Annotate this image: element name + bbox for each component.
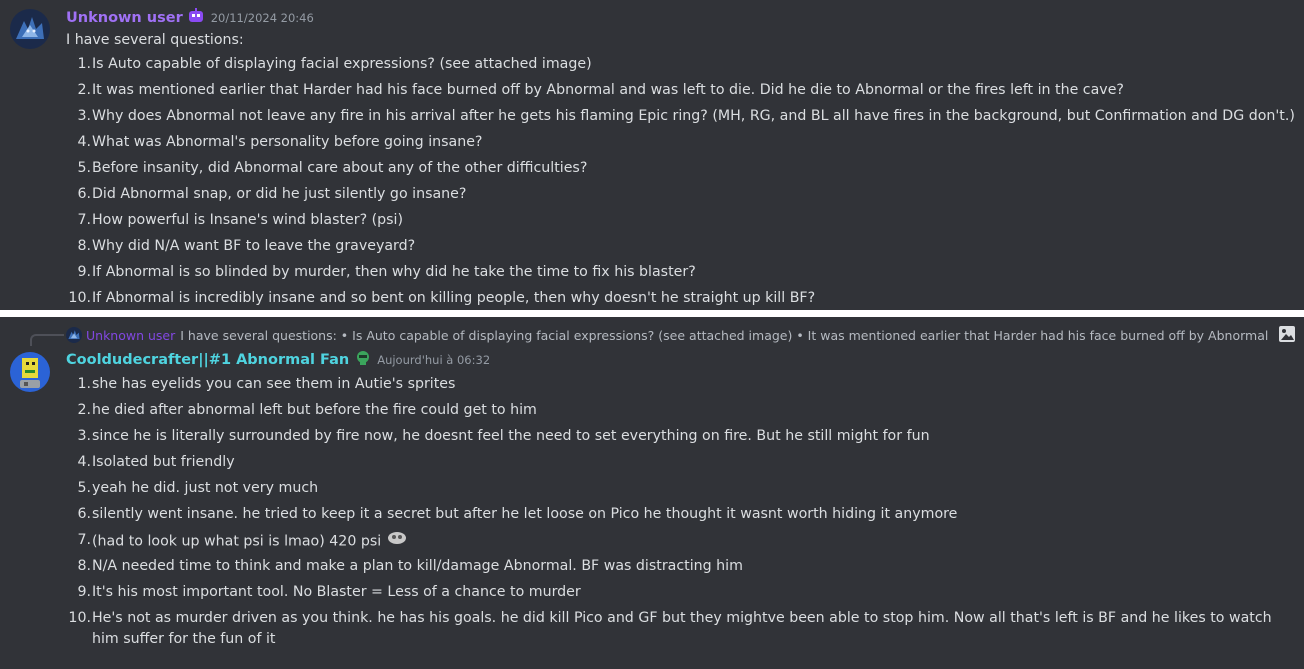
list-item-text: What was Abnormal's personality before g…: [92, 134, 483, 150]
list-item-number: 2.: [77, 402, 91, 418]
list-item-number: 8.: [77, 238, 91, 254]
dragon-avatar-icon: [10, 9, 50, 49]
list-item: 6. Did Abnormal snap, or did he just sile…: [66, 184, 1295, 210]
list-item-number: 7.: [77, 212, 91, 228]
list-item: 1. Is Auto capable of displaying facial e…: [66, 54, 1295, 80]
list-item-text: He's not as murder driven as you think. …: [92, 610, 1272, 647]
list-item-text: It's his most important tool. No Blaster…: [92, 584, 581, 600]
skull-emoji-icon: [387, 530, 407, 553]
list-item-number: 5.: [77, 480, 91, 496]
list-item-text: he died after abnormal left but before t…: [92, 402, 537, 418]
image-icon: [1278, 325, 1296, 346]
list-item-number: 7.: [77, 532, 91, 548]
reply-username[interactable]: Unknown user: [86, 328, 175, 343]
list-item-text: silently went insane. he tried to keep i…: [92, 506, 958, 522]
avatar-cooldudecrafter[interactable]: [10, 352, 50, 392]
list-item-text: since he is literally surrounded by fire…: [92, 428, 930, 444]
list-item: 10. He's not as murder driven as you thin…: [66, 608, 1297, 650]
timestamp[interactable]: 20/11/2024 20:46: [211, 11, 314, 25]
list-item-number: 6.: [77, 186, 91, 202]
list-item-number: 1.: [77, 376, 91, 392]
list-item-number: 5.: [77, 160, 91, 176]
list-item: 7. How powerful is Insane's wind blaster?…: [66, 210, 1295, 236]
message-1: Unknown user 20/11/2024 20:46 I have sev…: [0, 0, 1304, 310]
reply-connector: [30, 334, 64, 346]
list-item-number: 3.: [77, 428, 91, 444]
timestamp[interactable]: Aujourd'hui à 06:32: [377, 353, 490, 367]
username[interactable]: Unknown user: [66, 10, 183, 26]
list-item: 6. silently went insane. he tried to keep…: [66, 504, 1297, 530]
message-header: Unknown user 20/11/2024 20:46: [66, 8, 314, 28]
answer-list: 1. she has eyelids you can see them in Au…: [66, 374, 1297, 650]
list-item: 4. Isolated but friendly: [66, 452, 1297, 478]
list-item-text: Is Auto capable of displaying facial exp…: [92, 56, 592, 72]
list-item-text: Did Abnormal snap, or did he just silent…: [92, 186, 467, 202]
list-item: 3. Why does Abnormal not leave any fire i…: [66, 106, 1295, 132]
list-item-text: yeah he did. just not very much: [92, 480, 319, 496]
list-item-text: Why does Abnormal not leave any fire in …: [92, 108, 1295, 124]
list-item: 9. If Abnormal is so blinded by murder, t…: [66, 262, 1295, 288]
message-intro: I have several questions:: [66, 32, 244, 48]
list-item-number: 9.: [77, 264, 91, 280]
username[interactable]: Cooldudecrafter||#1 Abnormal Fan: [66, 352, 349, 368]
list-item-text: Before insanity, did Abnormal care about…: [92, 160, 588, 176]
list-item: 4. What was Abnormal's personality before…: [66, 132, 1295, 158]
list-item-number: 9.: [77, 584, 91, 600]
list-item-text: (had to look up what psi is lmao) 420 ps…: [92, 530, 1297, 556]
list-item-number: 6.: [77, 506, 91, 522]
robot-avatar-icon: [10, 352, 50, 392]
list-item: 3. since he is literally surrounded by fi…: [66, 426, 1297, 452]
list-item-text: Why did N/A want BF to leave the graveya…: [92, 238, 416, 254]
purple-robot-badge-icon: [187, 8, 205, 28]
list-item: 5. yeah he did. just not very much: [66, 478, 1297, 504]
list-item: 8. N/A needed time to think and make a pl…: [66, 556, 1297, 582]
list-item-text: N/A needed time to think and make a plan…: [92, 558, 743, 574]
list-item: 1. she has eyelids you can see them in Au…: [66, 374, 1297, 400]
avatar-unknown-user[interactable]: [10, 9, 50, 49]
list-item: 2. It was mentioned earlier that Harder h…: [66, 80, 1295, 106]
list-item: 5. Before insanity, did Abnormal care abo…: [66, 158, 1295, 184]
question-list: 1. Is Auto capable of displaying facial e…: [66, 54, 1295, 314]
list-item-number: 1.: [77, 56, 91, 72]
list-item: 8. Why did N/A want BF to leave the grave…: [66, 236, 1295, 262]
list-item-number: 3.: [77, 108, 91, 124]
list-item-number: 4.: [77, 454, 91, 470]
list-item-text: It was mentioned earlier that Harder had…: [92, 82, 1124, 98]
list-item-number: 2.: [77, 82, 91, 98]
dragon-avatar-icon: [66, 327, 82, 343]
list-item-text: she has eyelids you can see them in Auti…: [92, 376, 456, 392]
message-2: Unknown user I have several questions: •…: [0, 317, 1304, 669]
list-item-text: How powerful is Insane's wind blaster? (…: [92, 212, 404, 228]
reply-text[interactable]: I have several questions: • Is Auto capa…: [180, 328, 1272, 343]
list-item-number: 8.: [77, 558, 91, 574]
list-item: 9. It's his most important tool. No Blast…: [66, 582, 1297, 608]
list-item-number: 10.: [68, 610, 91, 626]
green-helmet-badge-icon: [355, 350, 371, 370]
message-header: Cooldudecrafter||#1 Abnormal Fan Aujourd…: [66, 350, 490, 370]
separator: [0, 310, 1304, 317]
reply-preview[interactable]: Unknown user I have several questions: •…: [66, 325, 1296, 345]
list-item-text: Isolated but friendly: [92, 454, 235, 470]
list-item-text: If Abnormal is so blinded by murder, the…: [92, 264, 696, 280]
list-item: 2. he died after abnormal left but before…: [66, 400, 1297, 426]
list-item-number: 4.: [77, 134, 91, 150]
list-item: 7. (had to look up what psi is lmao) 420 …: [66, 530, 1297, 556]
